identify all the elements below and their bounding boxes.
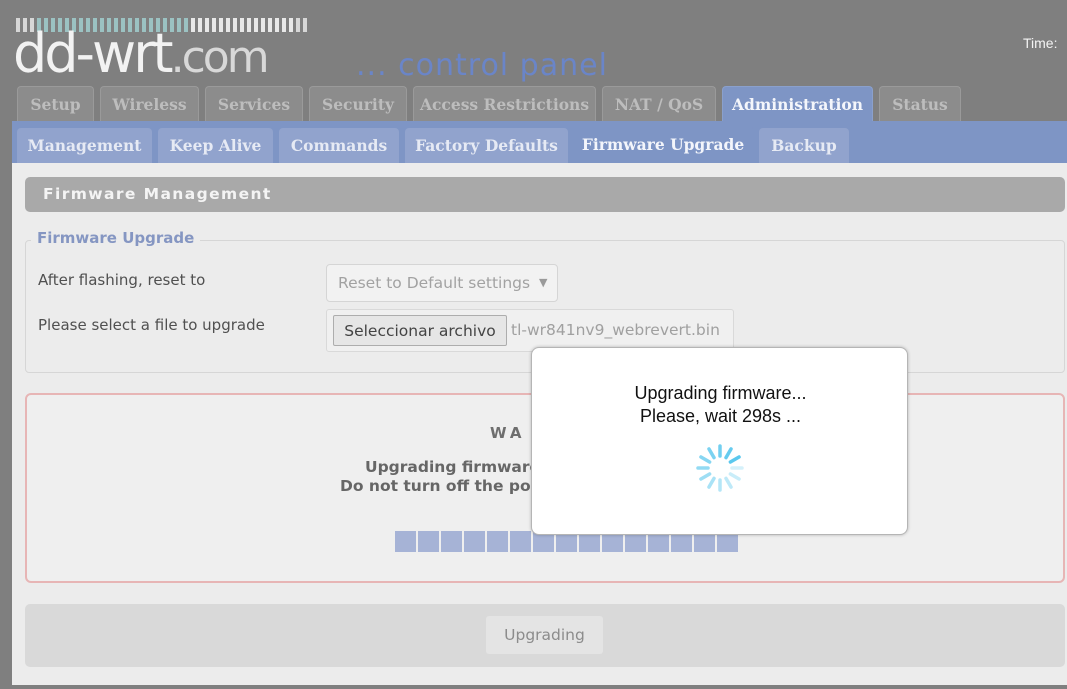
subtab-factory-defaults[interactable]: Factory Defaults: [405, 128, 568, 163]
spinner-segment: [699, 472, 712, 481]
section-title: Firmware Management: [25, 177, 1065, 212]
subtab-management[interactable]: Management: [17, 128, 152, 163]
tab-wireless[interactable]: Wireless: [100, 86, 199, 122]
progress-block: [487, 531, 508, 552]
logo: dd-wrt.com: [13, 22, 270, 85]
tab-status[interactable]: Status: [879, 86, 961, 122]
subtab-commands[interactable]: Commands: [279, 128, 399, 163]
progress-block: [418, 531, 439, 552]
progress-block: [510, 531, 531, 552]
spinner-segment: [724, 476, 733, 489]
tab-security[interactable]: Security: [309, 86, 407, 122]
spinner-segment: [707, 447, 716, 460]
tab-administration[interactable]: Administration: [722, 86, 873, 122]
reset-select[interactable]: Reset to Default settings: [326, 264, 558, 302]
fieldset-legend: Firmware Upgrade: [31, 229, 201, 247]
logo-suffix: .com: [170, 32, 270, 83]
file-name: tl-wr841nv9_webrevert.bin: [511, 321, 720, 339]
upgrading-button[interactable]: Upgrading: [486, 616, 603, 654]
warning-line-2: Do not turn off the powe: [340, 477, 556, 495]
spinner-segment: [707, 476, 716, 489]
tab-access-restrictions[interactable]: Access Restrictions: [413, 86, 596, 122]
tab-nat-qos[interactable]: NAT / QoS: [602, 86, 716, 122]
spinner-segment: [728, 455, 741, 464]
chevron-down-icon: ▼: [539, 276, 548, 289]
warning-line-1: Upgrading firmware: [365, 458, 541, 476]
reset-label: After flashing, reset to: [38, 271, 206, 289]
file-label: Please select a file to upgrade: [38, 316, 265, 334]
choose-file-button[interactable]: Seleccionar archivo: [333, 315, 507, 346]
spinner-segment: [699, 455, 712, 464]
warning-title: WA: [490, 424, 526, 442]
subtab-keep-alive[interactable]: Keep Alive: [158, 128, 273, 163]
subtab-backup[interactable]: Backup: [759, 128, 849, 163]
spinner-icon: [696, 444, 744, 492]
progress-block: [441, 531, 462, 552]
tab-setup[interactable]: Setup: [17, 86, 94, 122]
time-label: Time:: [1023, 35, 1058, 51]
progress-block: [395, 531, 416, 552]
spinner-segment: [728, 472, 741, 481]
progress-block: [464, 531, 485, 552]
header-subtitle: ... control panel: [356, 48, 608, 83]
subtab-firmware-upgrade[interactable]: Firmware Upgrade: [573, 126, 753, 163]
dialog-message: Upgrading firmware...: [634, 383, 807, 403]
upgrade-dialog: Upgrading firmware... Please, wait 298s …: [531, 347, 908, 535]
tab-services[interactable]: Services: [205, 86, 303, 122]
dialog-wait-message: Please, wait 298s ...: [639, 406, 802, 426]
spinner-segment: [724, 447, 733, 460]
logo-main: dd-wrt: [13, 22, 174, 85]
